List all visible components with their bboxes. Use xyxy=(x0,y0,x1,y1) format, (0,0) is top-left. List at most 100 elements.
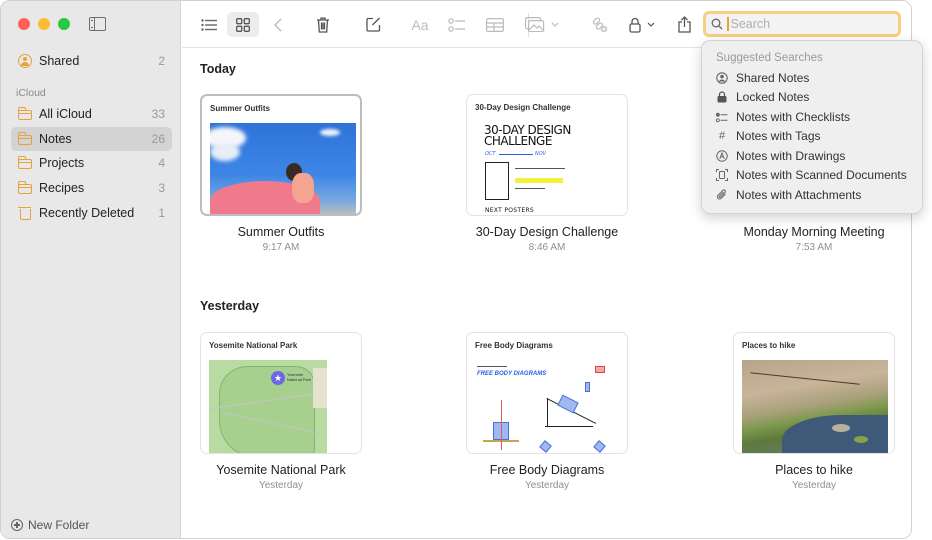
note-card[interactable]: Places to hike Places to hike Yesterday xyxy=(733,332,895,491)
note-preview: 30-Day Design Challenge 30-DAY DESIGN CH… xyxy=(466,94,628,216)
sketch-line xyxy=(515,168,565,169)
note-time: 9:17 AM xyxy=(262,242,300,253)
suggestion-drawings[interactable]: Notes with Drawings xyxy=(716,147,916,165)
lock-icon xyxy=(716,91,728,103)
collaborate-button[interactable] xyxy=(589,12,611,37)
suggestion-checklists[interactable]: Notes with Checklists xyxy=(716,108,916,126)
sidebar-item-recipes[interactable]: Recipes 3 xyxy=(11,176,172,200)
media-button[interactable] xyxy=(524,12,560,37)
note-preview: Yosemite National Park ★ Yosemite Nation… xyxy=(200,332,362,454)
sketch-line xyxy=(499,154,533,155)
suggestion-label: Notes with Tags xyxy=(736,129,821,143)
search-field[interactable] xyxy=(703,11,901,37)
photo-thumbnail xyxy=(210,123,356,214)
search-icon xyxy=(711,18,723,30)
trash-icon xyxy=(317,17,329,33)
note-title: Summer Outfits xyxy=(237,225,325,239)
suggestion-shared-notes[interactable]: Shared Notes xyxy=(716,69,916,87)
close-button[interactable] xyxy=(18,18,30,30)
folder-icon xyxy=(17,156,32,169)
sidebar-item-shared[interactable]: Shared 2 xyxy=(11,49,172,73)
sidebar-item-recently-deleted[interactable]: Recently Deleted 1 xyxy=(11,201,172,225)
dropdown-header: Suggested Searches xyxy=(716,52,823,64)
compose-button[interactable] xyxy=(363,12,383,37)
paperclip-icon xyxy=(716,189,728,201)
traffic-lights xyxy=(18,18,70,30)
note-card[interactable]: 30-Day Design Challenge 30-DAY DESIGN CH… xyxy=(466,94,628,253)
delete-button[interactable] xyxy=(313,12,333,37)
note-time: Yesterday xyxy=(258,480,304,491)
diagram-line xyxy=(477,366,507,367)
map-thumbnail: ★ Yosemite National Park xyxy=(209,360,327,453)
sketch-label: NOV xyxy=(535,151,547,157)
sidebar-item-all-icloud[interactable]: All iCloud 33 xyxy=(11,102,172,126)
trash-icon xyxy=(18,206,32,220)
share-button[interactable] xyxy=(674,12,694,37)
note-time: 8:46 AM xyxy=(528,242,566,253)
sidebar-item-label: Projects xyxy=(39,156,85,170)
pencil-circle-icon xyxy=(716,150,728,162)
river-grass xyxy=(854,436,868,443)
sidebar-item-count: 33 xyxy=(151,107,165,121)
diagram-block xyxy=(595,366,605,373)
diagram-line xyxy=(547,398,548,426)
star-pin-icon: ★ xyxy=(271,371,285,385)
sidebar-item-count: 3 xyxy=(158,181,165,195)
back-button[interactable] xyxy=(268,12,288,37)
sketch-highlight xyxy=(515,178,563,183)
suggestion-scanned-documents[interactable]: Notes with Scanned Documents xyxy=(716,166,916,184)
chevron-down-icon xyxy=(551,22,559,27)
person-circle-icon xyxy=(18,54,32,68)
chevron-down-icon xyxy=(647,22,655,27)
note-preview-title: 30-Day Design Challenge xyxy=(475,103,571,112)
sidebar-item-count: 2 xyxy=(158,54,165,68)
note-title: Monday Morning Meeting xyxy=(743,225,885,239)
format-button[interactable]: Aa xyxy=(408,12,432,37)
hashtag-icon: # xyxy=(718,130,726,142)
sidebar-item-label: Recipes xyxy=(39,181,85,195)
suggestion-label: Notes with Drawings xyxy=(736,149,846,163)
suggestion-attachments[interactable]: Notes with Attachments xyxy=(716,186,916,204)
diagram-arrow xyxy=(501,400,502,450)
lock-button[interactable] xyxy=(626,12,658,37)
folder-icon xyxy=(17,181,32,194)
note-preview-title: Yosemite National Park xyxy=(209,341,298,350)
share-icon xyxy=(677,16,691,33)
link-add-icon xyxy=(592,16,608,32)
new-folder-button[interactable]: New Folder xyxy=(11,518,89,532)
sketch-label: OCT xyxy=(485,151,496,157)
minimize-button[interactable] xyxy=(38,18,50,30)
sidebar-item-projects[interactable]: Projects 4 xyxy=(11,151,172,175)
sidebar-item-label: Recently Deleted xyxy=(39,206,135,220)
sketch-label: NEXT POSTERS xyxy=(485,207,535,214)
checklist-button[interactable] xyxy=(446,12,468,37)
note-preview: Places to hike xyxy=(733,332,895,454)
sidebar-toggle-icon[interactable] xyxy=(89,17,106,31)
suggestion-tags[interactable]: # Notes with Tags xyxy=(716,127,916,145)
sketch-line xyxy=(515,188,545,189)
person-circle-icon xyxy=(716,72,728,84)
new-folder-label: New Folder xyxy=(28,518,90,532)
list-view-button[interactable] xyxy=(196,12,222,37)
sidebar-item-label: All iCloud xyxy=(39,107,92,121)
zoom-button[interactable] xyxy=(58,18,70,30)
note-card[interactable]: Summer Outfits Summer Outfits 9:17 AM xyxy=(200,94,362,253)
river xyxy=(782,415,888,453)
note-title: Free Body Diagrams xyxy=(489,463,605,477)
suggestion-label: Notes with Checklists xyxy=(736,110,851,124)
gallery-view-button[interactable] xyxy=(227,12,259,37)
table-button[interactable] xyxy=(484,12,506,37)
map-terrain xyxy=(313,368,327,408)
search-input[interactable] xyxy=(730,17,881,31)
suggested-searches-dropdown: Suggested Searches Shared Notes Locked N… xyxy=(701,40,923,214)
sidebar-item-count: 1 xyxy=(158,206,165,220)
note-title: 30-Day Design Challenge xyxy=(475,225,619,239)
note-card[interactable]: Free Body Diagrams FREE BODY DIAGRAMS Fr… xyxy=(466,332,628,491)
gallery-grid-icon xyxy=(236,17,250,32)
plus-circle-icon xyxy=(11,519,23,531)
folder-icon xyxy=(17,132,32,145)
sketch-thumbnail: 30-DAY DESIGN CHALLENGE OCT NOV NEXT POS… xyxy=(475,122,621,215)
sidebar-item-notes[interactable]: Notes 26 xyxy=(11,127,172,151)
suggestion-locked-notes[interactable]: Locked Notes xyxy=(716,88,916,106)
note-card[interactable]: Yosemite National Park ★ Yosemite Nation… xyxy=(200,332,362,491)
